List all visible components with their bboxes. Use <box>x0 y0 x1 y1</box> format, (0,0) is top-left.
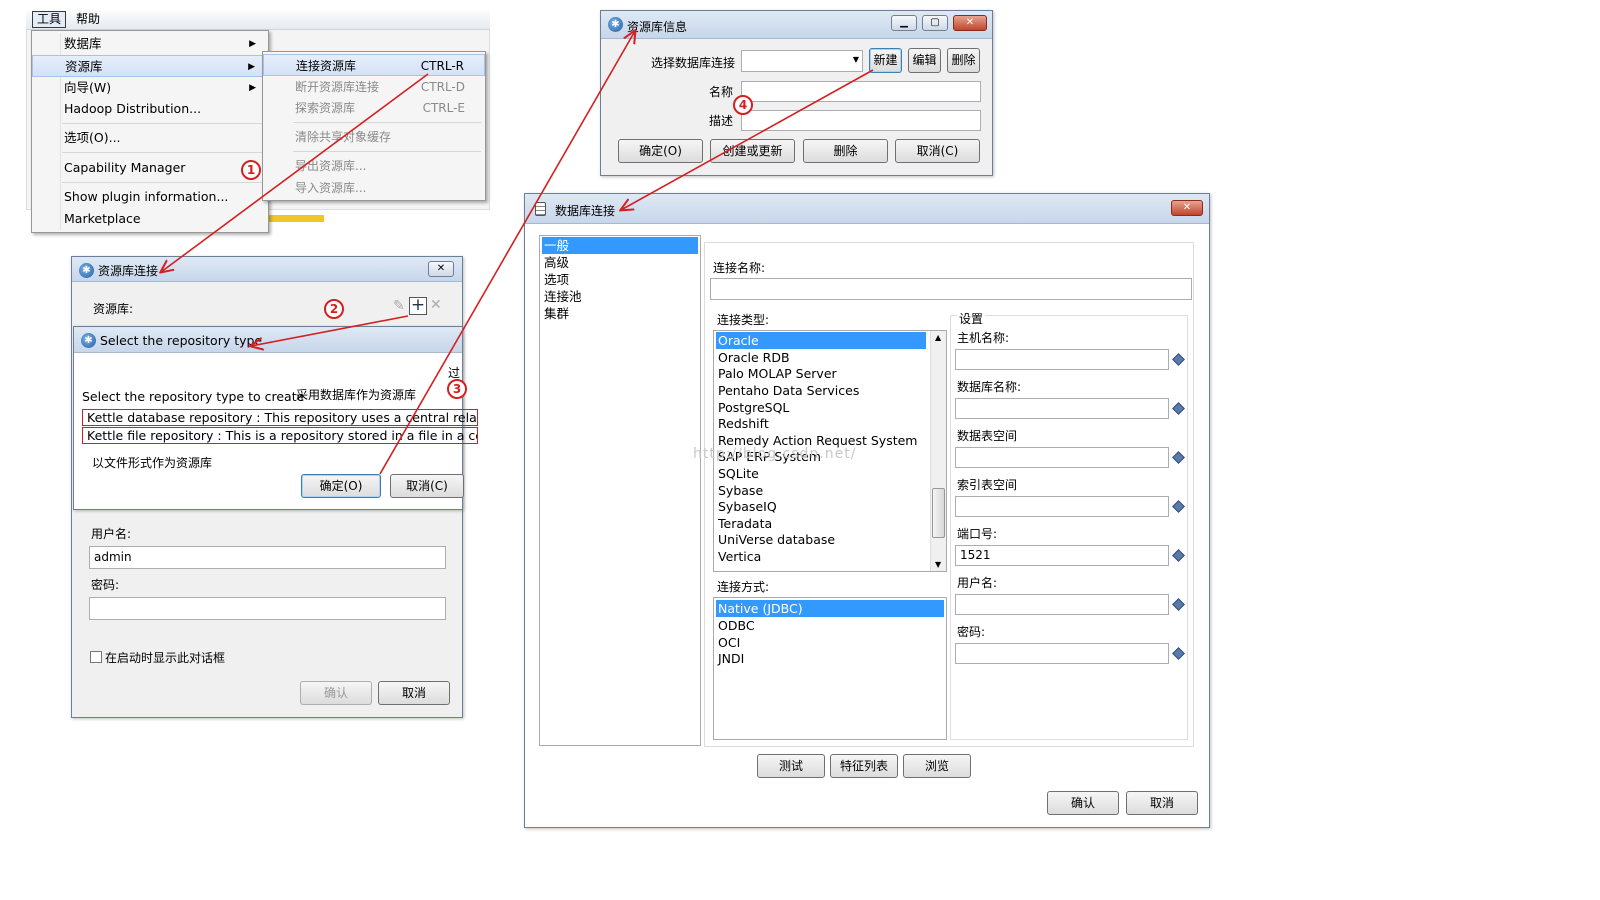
step-marker-1: 1 <box>241 160 261 180</box>
step-marker-2: 2 <box>324 299 344 319</box>
step-marker-4: 4 <box>733 95 753 115</box>
annotation-arrows <box>0 0 874 475</box>
step-marker-3: 3 <box>447 379 467 399</box>
arrow-ok-to-repo-info <box>379 31 635 475</box>
arrow-new-to-db-connection <box>621 69 874 210</box>
arrow-connect-to-login <box>161 73 429 272</box>
arrow-add-to-select-type <box>251 315 409 346</box>
